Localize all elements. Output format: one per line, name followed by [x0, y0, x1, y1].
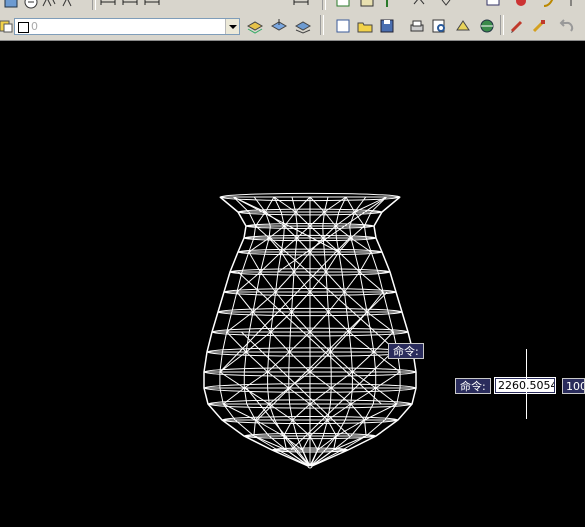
publish-icon[interactable] — [454, 17, 472, 35]
designcenter-icon[interactable] — [540, 0, 558, 10]
command-tooltip-label: 命令: — [393, 345, 419, 358]
layer-state-icon[interactable] — [22, 0, 40, 10]
dynamic-input-label-box: 命令: — [455, 378, 491, 394]
wire-segment — [330, 351, 353, 373]
wire-segment — [288, 387, 311, 405]
wire-segment — [309, 225, 324, 239]
dropdown-icon[interactable] — [437, 0, 455, 10]
properties-icon[interactable] — [484, 0, 502, 10]
dynamic-input-next-value: 1000 — [566, 380, 584, 393]
wire-segment — [359, 251, 372, 273]
toolbar-area: 0 — [0, 0, 585, 41]
dynamic-input-label: 命令: — [460, 380, 486, 393]
wire-segment — [243, 371, 268, 389]
layer-color-swatch — [18, 22, 29, 33]
command-tooltip: 命令: — [388, 343, 424, 359]
toolbar-separator — [320, 15, 324, 35]
layer-walk-icon[interactable] — [294, 17, 312, 35]
toolbar-row-bottom: 0 — [0, 15, 585, 35]
xref-icon[interactable] — [410, 0, 428, 10]
page-setup-icon[interactable] — [358, 0, 376, 10]
crosshair-cursor — [526, 349, 527, 419]
print-icon[interactable] — [408, 17, 426, 35]
wire-segment — [295, 196, 311, 213]
3d-dwf-icon[interactable] — [478, 17, 496, 35]
dynamic-input-value[interactable]: 2260.5054 — [496, 379, 554, 392]
brush-icon[interactable] — [508, 17, 526, 35]
dimension-linear-icon[interactable] — [99, 0, 117, 10]
print-preview-icon[interactable] — [430, 17, 448, 35]
wire-segment — [309, 196, 325, 213]
dimension-baseline-icon[interactable] — [143, 0, 161, 10]
wire-segment — [270, 331, 290, 353]
wire-segment — [309, 371, 332, 389]
layer-freeze-icon[interactable] — [270, 17, 288, 35]
wire-segment — [309, 331, 331, 353]
match-properties-icon[interactable] — [530, 17, 548, 35]
plot-icon[interactable] — [334, 0, 352, 10]
wire-segment — [284, 225, 298, 239]
undo-icon[interactable] — [558, 17, 576, 35]
wire-segment — [289, 351, 311, 373]
chevron-down-icon[interactable] — [225, 19, 239, 34]
layer-manager-icon[interactable] — [2, 0, 20, 10]
layer-combo[interactable]: 0 — [14, 18, 240, 35]
drawing-viewport[interactable] — [0, 41, 585, 527]
wire-segment — [296, 237, 311, 253]
zoom-icon[interactable] — [60, 0, 78, 10]
wire-segment — [267, 351, 290, 373]
toolbar-separator — [500, 15, 504, 35]
save-icon[interactable] — [378, 17, 396, 35]
wire-segment — [291, 311, 311, 333]
insert-icon[interactable] — [378, 0, 396, 10]
wire-segment — [309, 311, 329, 333]
toolbar-separator — [92, 0, 96, 10]
dimension-aligned-icon[interactable] — [121, 0, 139, 10]
wire-segment — [248, 251, 261, 273]
layer-isolate-icon[interactable] — [246, 17, 264, 35]
dynamic-input-field[interactable]: 2260.5054 — [494, 377, 556, 394]
new-file-icon[interactable] — [334, 17, 352, 35]
vase-wireframe — [203, 192, 417, 469]
snap-icon[interactable] — [40, 0, 58, 10]
toolbar-separator — [322, 0, 326, 10]
open-file-icon[interactable] — [356, 17, 374, 35]
wire-segment — [268, 403, 293, 421]
wire-segment — [330, 331, 350, 353]
wire-segment — [255, 403, 270, 421]
dynamic-input-next-field[interactable]: 1000 — [562, 378, 585, 394]
wire-segment — [350, 403, 365, 421]
wire-segment — [268, 387, 290, 405]
layer-combo-value: 0 — [31, 20, 38, 33]
text-icon[interactable] — [292, 0, 310, 10]
wire-segment — [292, 403, 311, 421]
toolbar-row-top — [0, 0, 585, 10]
tool-palette-icon[interactable] — [512, 0, 530, 10]
calculator-icon[interactable] — [566, 0, 584, 10]
